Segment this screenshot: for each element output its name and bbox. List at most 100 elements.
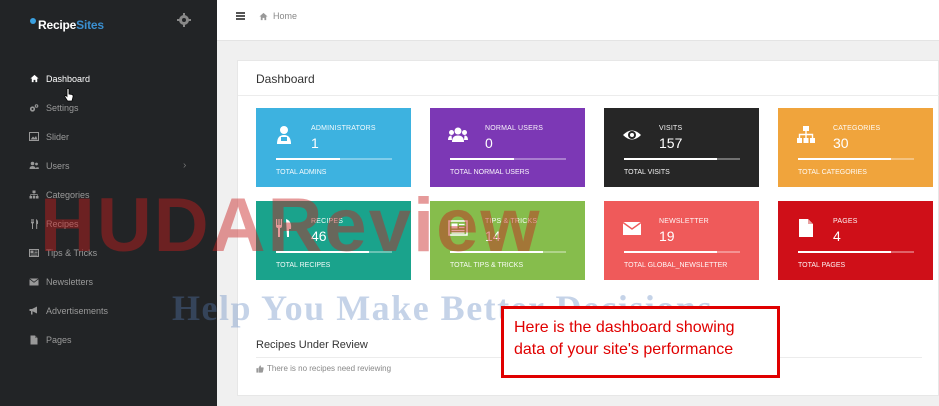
stat-card-recipes[interactable]: RECIPES 46 TOTAL RECIPES (256, 201, 411, 280)
review-empty-message: There is no recipes need reviewing (256, 364, 391, 373)
card-value: 0 (485, 135, 493, 151)
progress-fill (276, 158, 340, 160)
sidebar-item-tips-tricks[interactable]: Tips & Tricks (0, 238, 217, 267)
progress-fill (276, 251, 369, 253)
sidebar-item-dashboard[interactable]: Dashboard (0, 64, 217, 93)
file-icon (799, 219, 813, 237)
card-title: NEWSLETTER (659, 218, 709, 225)
sidebar-item-recipes[interactable]: Recipes (0, 209, 217, 238)
progress-fill (798, 251, 891, 253)
annotation-callout: Here is the dashboard showing data of yo… (501, 306, 780, 378)
thumbs-up-icon (256, 364, 264, 373)
stat-card-visits[interactable]: VISITS 157 TOTAL VISITS (604, 108, 759, 187)
sidebar-item-advertisements[interactable]: Advertisements (0, 296, 217, 325)
home-icon (29, 74, 39, 84)
users-icon (29, 161, 39, 171)
card-title: ADMINISTRATORS (311, 125, 376, 132)
admin-icon (277, 126, 291, 144)
sidebar-item-label: Slider (46, 131, 70, 142)
sidebar-item-label: Tips & Tricks (46, 247, 98, 258)
stat-card-administrators[interactable]: ADMINISTRATORS 1 TOTAL ADMINS (256, 108, 411, 187)
card-title: CATEGORIES (833, 125, 881, 132)
card-footer: TOTAL RECIPES (276, 262, 331, 269)
stat-card-normal-users[interactable]: NORMAL USERS 0 TOTAL NORMAL USERS (430, 108, 585, 187)
image-icon (29, 132, 39, 142)
card-progress (450, 158, 566, 160)
card-title: TIPS & TRICKS (485, 218, 538, 225)
progress-fill (450, 158, 514, 160)
breadcrumb: Home (259, 11, 297, 21)
card-title: PAGES (833, 218, 858, 225)
callout-line-2: data of your site's performance (514, 341, 734, 358)
sidebar-item-users[interactable]: Users › (0, 151, 217, 180)
sidebar-item-label: Advertisements (46, 305, 109, 316)
card-title: VISITS (659, 125, 683, 132)
brand-logo[interactable]: RecipeSites (30, 15, 104, 35)
card-footer: TOTAL NORMAL USERS (450, 169, 530, 176)
sidebar-item-slider[interactable]: Slider (0, 122, 217, 151)
card-footer: TOTAL PAGES (798, 262, 846, 269)
sidebar-item-label: Dashboard (46, 73, 91, 84)
divider (238, 95, 939, 96)
card-progress (276, 158, 392, 160)
gears-icon (29, 103, 39, 113)
sidebar-item-label: Newsletters (46, 276, 94, 287)
progress-fill (798, 158, 891, 160)
sidebar-item-newsletters[interactable]: Newsletters (0, 267, 217, 296)
sidebar-item-label: Recipes (46, 218, 79, 229)
chevron-right-icon: › (183, 160, 187, 171)
top-bar: Home (217, 0, 939, 41)
mouse-pointer-icon (64, 88, 74, 102)
card-progress (624, 251, 740, 253)
sitemap-icon (29, 190, 39, 200)
card-progress (798, 158, 914, 160)
sidebar-item-label: Pages (46, 334, 72, 345)
card-title: RECIPES (311, 218, 344, 225)
envelope-icon (29, 277, 39, 287)
sidebar-item-categories[interactable]: Categories (0, 180, 217, 209)
sitemap-icon (797, 126, 815, 143)
stat-card-newsletter[interactable]: NEWSLETTER 19 TOTAL GLOBAL_NEWSLETTER (604, 201, 759, 280)
card-value: 30 (833, 135, 849, 151)
card-value: 14 (485, 228, 501, 244)
card-progress (276, 251, 392, 253)
sidebar-item-label: Settings (46, 102, 79, 113)
card-value: 46 (311, 228, 327, 244)
bullhorn-icon (29, 306, 39, 316)
card-progress (450, 251, 566, 253)
card-value: 19 (659, 228, 675, 244)
sidebar-item-settings[interactable]: Settings (0, 93, 217, 122)
cutlery-icon (29, 218, 39, 229)
sidebar: RecipeSites Dashboard Settings Slider Us… (0, 0, 217, 406)
card-footer: TOTAL VISITS (624, 169, 670, 176)
progress-fill (624, 158, 717, 160)
sidebar-item-label: Users (46, 160, 70, 171)
envelope-icon (622, 221, 642, 235)
stat-card-tips-tricks[interactable]: TIPS & TRICKS 14 TOTAL TIPS & TRICKS (430, 201, 585, 280)
stat-card-categories[interactable]: CATEGORIES 30 TOTAL CATEGORIES (778, 108, 933, 187)
gear-icon[interactable] (176, 12, 192, 28)
card-footer: TOTAL CATEGORIES (798, 169, 867, 176)
card-value: 4 (833, 228, 841, 244)
cutlery-icon (276, 219, 292, 237)
card-progress (624, 158, 740, 160)
file-icon (29, 335, 39, 345)
sidebar-item-pages[interactable]: Pages (0, 325, 217, 354)
menu-toggle-icon[interactable] (236, 12, 245, 20)
card-value: 157 (659, 135, 683, 151)
card-footer: TOTAL ADMINS (276, 169, 327, 176)
card-footer: TOTAL TIPS & TRICKS (450, 262, 524, 269)
stat-card-pages[interactable]: PAGES 4 TOTAL PAGES (778, 201, 933, 280)
card-progress (798, 251, 914, 253)
page-title: Dashboard (256, 72, 315, 86)
users-icon (448, 127, 468, 142)
newspaper-icon (448, 220, 468, 236)
eye-icon (623, 130, 641, 140)
breadcrumb-home[interactable]: Home (273, 11, 297, 21)
logo-dot-icon (30, 18, 36, 24)
card-value: 1 (311, 135, 319, 151)
card-footer: TOTAL GLOBAL_NEWSLETTER (624, 262, 728, 269)
brand-name: RecipeSites (38, 18, 104, 32)
progress-fill (624, 251, 717, 253)
home-icon (259, 12, 268, 20)
